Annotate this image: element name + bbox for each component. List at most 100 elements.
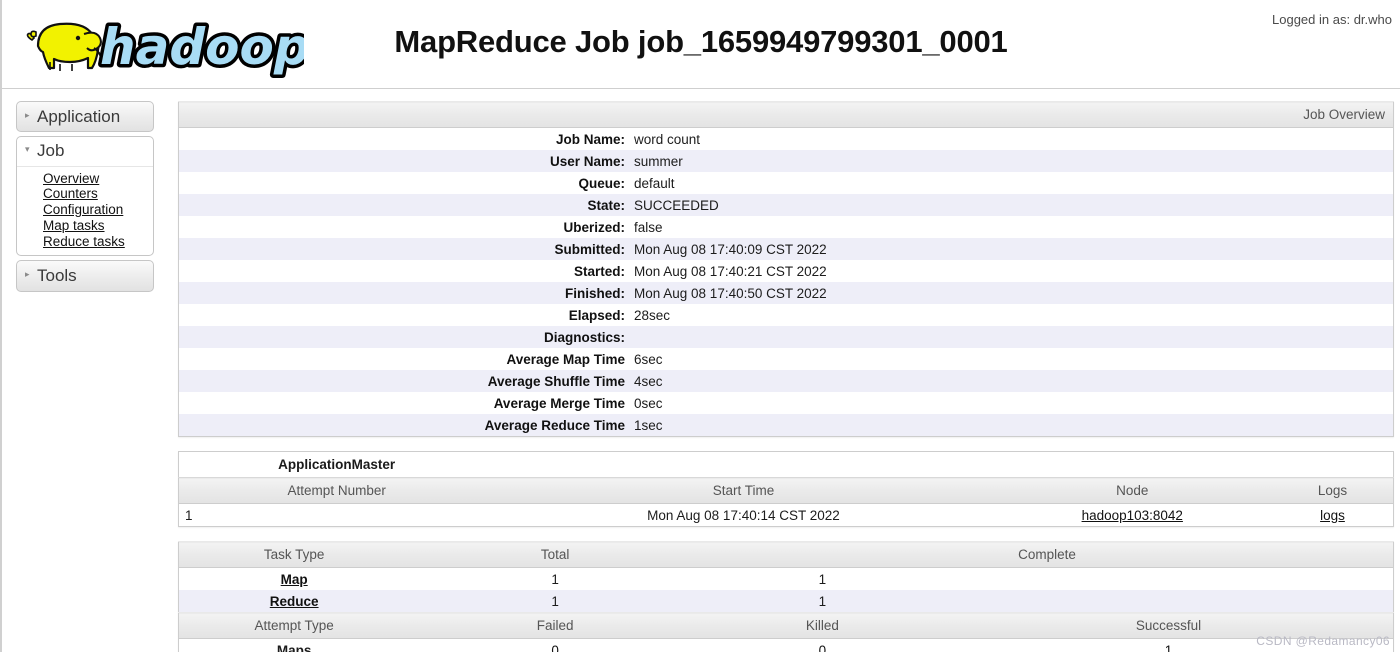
job-overview-caption-row: Job Overview bbox=[178, 101, 1394, 128]
row-label-average-shuffle-time: Average Shuffle Time bbox=[487, 373, 625, 389]
row-label-average-map-time: Average Map Time bbox=[506, 351, 625, 367]
cell-maps-failed: 0 bbox=[409, 639, 701, 652]
mapreduce-job-page: hadoop hadoop MapReduce Job job_16599497… bbox=[0, 0, 1400, 652]
column-header-attempt-type[interactable]: Attempt Type bbox=[178, 612, 410, 639]
row-value-queue: default bbox=[634, 175, 675, 191]
table-row: Average Shuffle Time 4sec bbox=[178, 370, 1394, 392]
list-item: Counters bbox=[43, 186, 153, 202]
cell-attempt-number: 1 bbox=[185, 507, 193, 523]
cell-reduce-complete: 1 bbox=[818, 593, 827, 609]
sidebar-section-job-label: Job bbox=[37, 141, 65, 161]
column-header-killed[interactable]: Killed bbox=[700, 612, 944, 639]
sidebar-section-application-label: Application bbox=[37, 107, 121, 126]
cell-task-type-reduce: Reduce bbox=[179, 590, 410, 613]
sidebar-item-reduce-tasks[interactable]: Reduce tasks bbox=[43, 234, 125, 250]
cell-start-time: Mon Aug 08 17:40:14 CST 2022 bbox=[647, 507, 840, 523]
column-header-total[interactable]: Total bbox=[409, 541, 701, 568]
cell-task-type-map: Map bbox=[179, 568, 410, 591]
logs-link[interactable]: logs bbox=[1320, 508, 1345, 523]
attempts-header-row: Attempt Type Failed Killed Successful bbox=[178, 612, 1394, 639]
cell-map-complete: 1 bbox=[818, 571, 827, 587]
sidebar-item-map-tasks[interactable]: Map tasks bbox=[43, 218, 105, 234]
cell-maps-killed: 0 bbox=[701, 639, 944, 652]
sidebar: ▸ Application ▾ Job Overview Counters Conf… bbox=[2, 89, 162, 296]
chevron-right-icon: ▸ bbox=[25, 109, 30, 120]
table-row: Maps 0 0 1 bbox=[178, 638, 1394, 652]
job-overview-table: Job Overview Job Name: word count User N… bbox=[178, 101, 1394, 437]
list-item: Map tasks bbox=[43, 218, 153, 234]
application-master-table: ApplicationMaster Attempt Number Start T… bbox=[178, 451, 1394, 527]
list-item: Reduce tasks bbox=[43, 234, 153, 250]
row-label-job-name: Job Name: bbox=[555, 131, 625, 147]
row-value-submitted: Mon Aug 08 17:40:09 CST 2022 bbox=[634, 241, 827, 257]
list-item: Configuration bbox=[43, 202, 153, 218]
table-row: User Name: summer bbox=[178, 150, 1394, 172]
spacer-cell bbox=[1271, 451, 1394, 478]
column-header-logs[interactable]: Logs bbox=[1271, 477, 1394, 504]
table-row: Job Name: word count bbox=[178, 127, 1394, 150]
main-content: Job Overview Job Name: word count User N… bbox=[162, 89, 1400, 652]
sidebar-item-overview[interactable]: Overview bbox=[43, 171, 99, 187]
page-header: hadoop hadoop MapReduce Job job_16599497… bbox=[2, 0, 1400, 89]
spacer-cell bbox=[494, 451, 993, 478]
maps-killed-link[interactable]: 0 bbox=[819, 643, 827, 652]
table-row: Reduce 1 1 bbox=[178, 590, 1394, 613]
maps-failed-link[interactable]: 0 bbox=[551, 643, 559, 652]
row-value-started: Mon Aug 08 17:40:21 CST 2022 bbox=[634, 263, 827, 279]
table-row: Map 1 1 bbox=[178, 567, 1394, 591]
table-row: Diagnostics: bbox=[178, 326, 1394, 348]
sidebar-section-job-header[interactable]: ▾ Job bbox=[17, 137, 153, 167]
column-header-complete[interactable]: Complete bbox=[700, 541, 1394, 568]
row-value-average-map-time: 6sec bbox=[634, 351, 663, 367]
row-value-state: SUCCEEDED bbox=[634, 197, 719, 213]
row-label-finished: Finished: bbox=[565, 285, 625, 301]
tasks-header-row: Task Type Total Complete bbox=[178, 541, 1394, 568]
row-label-diagnostics: Diagnostics: bbox=[543, 329, 625, 345]
cell-attempt-type-maps: Maps bbox=[276, 642, 312, 652]
row-label-uberized: Uberized: bbox=[563, 219, 625, 235]
map-tasks-link[interactable]: Map bbox=[281, 572, 308, 587]
row-value-uberized: false bbox=[634, 219, 663, 235]
row-label-state: State: bbox=[587, 197, 625, 213]
column-header-start-time[interactable]: Start Time bbox=[494, 477, 993, 504]
spacer-cell bbox=[944, 568, 1394, 591]
watermark: CSDN @Redamancy06 bbox=[1256, 634, 1390, 648]
table-row: 1 Mon Aug 08 17:40:14 CST 2022 hadoop103… bbox=[178, 503, 1394, 527]
table-row: Started: Mon Aug 08 17:40:21 CST 2022 bbox=[178, 260, 1394, 282]
table-row: Finished: Mon Aug 08 17:40:50 CST 2022 bbox=[178, 282, 1394, 304]
row-value-diagnostics bbox=[630, 326, 1394, 348]
table-row: Average Merge Time 0sec bbox=[178, 392, 1394, 414]
chevron-right-icon: ▸ bbox=[25, 269, 30, 280]
sidebar-item-configuration[interactable]: Configuration bbox=[43, 202, 123, 218]
maps-successful-link[interactable]: 1 bbox=[1165, 643, 1173, 652]
column-header-failed[interactable]: Failed bbox=[409, 612, 701, 639]
cell-node: hadoop103:8042 bbox=[993, 504, 1272, 527]
chevron-down-icon: ▾ bbox=[25, 144, 30, 155]
tasks-summary-table: Task Type Total Complete Map 1 1 Reduce … bbox=[178, 541, 1394, 652]
row-value-job-name: word count bbox=[634, 131, 701, 147]
column-header-node[interactable]: Node bbox=[992, 477, 1272, 504]
row-label-started: Started: bbox=[573, 263, 625, 279]
table-row: Queue: default bbox=[178, 172, 1394, 194]
table-row: Uberized: false bbox=[178, 216, 1394, 238]
sidebar-section-tools[interactable]: ▸ Tools bbox=[16, 260, 154, 292]
sidebar-section-application[interactable]: ▸ Application bbox=[16, 101, 154, 133]
sidebar-section-job: ▾ Job Overview Counters Configuration Map… bbox=[16, 136, 154, 257]
sidebar-section-tools-label: Tools bbox=[37, 266, 77, 286]
column-header-attempt-number[interactable]: Attempt Number bbox=[178, 477, 495, 504]
reduce-tasks-link[interactable]: Reduce bbox=[270, 594, 319, 609]
row-value-user-name: summer bbox=[634, 153, 683, 169]
sidebar-item-counters[interactable]: Counters bbox=[43, 186, 98, 202]
column-header-task-type[interactable]: Task Type bbox=[178, 541, 410, 568]
application-master-title-row: ApplicationMaster bbox=[178, 451, 1394, 478]
node-link[interactable]: hadoop103:8042 bbox=[1082, 508, 1183, 523]
table-row: Elapsed: 28sec bbox=[178, 304, 1394, 326]
row-value-average-shuffle-time: 4sec bbox=[634, 373, 663, 389]
row-label-queue: Queue: bbox=[578, 175, 625, 191]
table-row: State: SUCCEEDED bbox=[178, 194, 1394, 216]
application-master-title: ApplicationMaster bbox=[178, 451, 495, 478]
spacer-cell bbox=[992, 451, 1272, 478]
sidebar-job-links: Overview Counters Configuration Map task… bbox=[17, 171, 153, 250]
row-label-elapsed: Elapsed: bbox=[568, 307, 625, 323]
cell-logs: logs bbox=[1272, 504, 1394, 527]
